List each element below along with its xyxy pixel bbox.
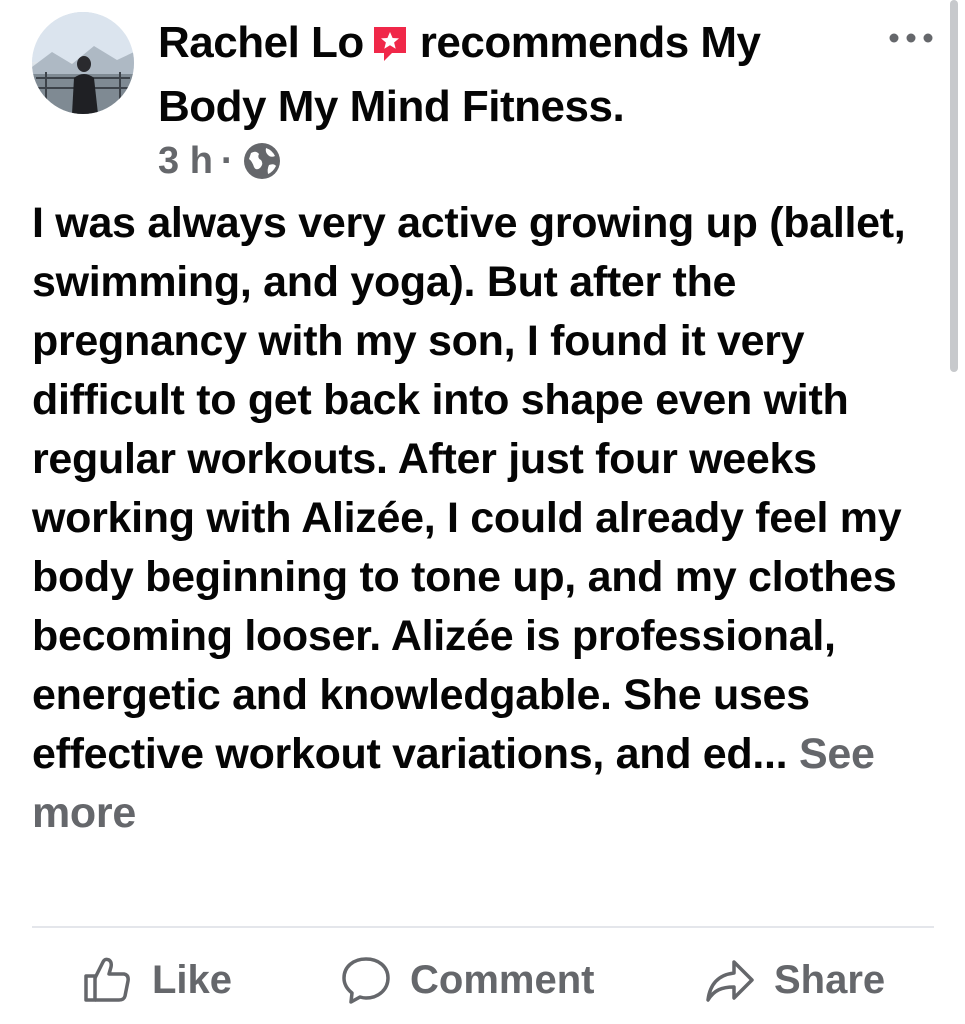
author-avatar[interactable]: [32, 12, 134, 114]
ellipsis-icon: [889, 33, 933, 43]
post-timestamp[interactable]: 3 h: [158, 140, 213, 183]
comment-button[interactable]: Comment: [340, 940, 594, 1020]
share-arrow-icon: [706, 960, 754, 1002]
post-body: I was always very active growing up (bal…: [32, 194, 932, 843]
share-button[interactable]: Share: [704, 940, 885, 1020]
author-name[interactable]: Rachel Lo: [158, 18, 364, 67]
like-button[interactable]: Like: [82, 940, 232, 1020]
post-header: Rachel Lo recommends My Body My Mind Fit…: [158, 14, 878, 136]
like-label: Like: [152, 957, 233, 1002]
post-actions-bar: Like Comment Share: [0, 940, 965, 1020]
share-label: Share: [774, 957, 886, 1002]
recommendation-star-icon: [370, 20, 410, 78]
comment-bubble-icon: [342, 957, 390, 1004]
post-body-text: I was always very active growing up (bal…: [32, 199, 906, 778]
recommends-text: recommends: [419, 18, 689, 67]
avatar-photo: [32, 12, 134, 114]
facebook-recommendation-post: Rachel Lo recommends My Body My Mind Fit…: [0, 0, 965, 1024]
more-options-button[interactable]: [884, 20, 940, 56]
thumbs-up-icon: [84, 957, 130, 1002]
post-meta: 3 h ·: [158, 138, 282, 184]
scrollbar[interactable]: [950, 0, 958, 372]
actions-divider: [32, 926, 934, 928]
globe-icon: [242, 141, 282, 181]
comment-label: Comment: [410, 957, 595, 1002]
meta-separator: ·: [220, 139, 234, 182]
